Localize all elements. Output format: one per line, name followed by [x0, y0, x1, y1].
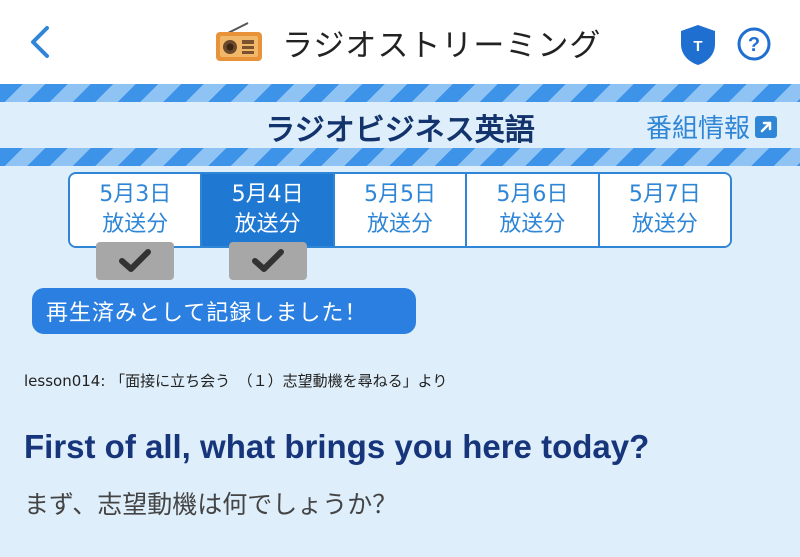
- played-badge-may-3: [96, 242, 174, 280]
- date-tabs: 5月3日 放送分 5月4日 放送分 5月5日 放送分 5月6日 放送分 5月7日…: [68, 172, 732, 248]
- program-banner: ラジオビジネス英語 番組情報: [0, 102, 800, 148]
- date-tab-label: 放送分: [234, 212, 301, 237]
- date-tab-date: 5月7日: [628, 182, 701, 207]
- radio-icon: [216, 22, 262, 61]
- played-badge-may-4: [229, 242, 307, 280]
- shield-icon: T: [681, 25, 715, 65]
- shield-letter: T: [693, 38, 702, 55]
- date-tab-label: 放送分: [631, 212, 698, 237]
- app-header: ラジオストリーミング T ?: [0, 0, 800, 84]
- back-button[interactable]: [22, 22, 58, 62]
- checkmark-icon: [119, 249, 151, 272]
- date-tab-date: 5月6日: [496, 182, 569, 207]
- date-tab-date: 5月4日: [231, 182, 304, 207]
- checkmark-icon: [252, 249, 284, 272]
- header-title-group: ラジオストリーミング: [214, 14, 601, 70]
- date-tab-may-6[interactable]: 5月6日 放送分: [467, 174, 600, 246]
- banner-stripe-top: [0, 84, 800, 102]
- header-title: ラジオストリーミング: [282, 27, 602, 64]
- date-tab-date: 5月5日: [364, 182, 437, 207]
- played-toast: 再生済みとして記録しました！: [32, 288, 416, 334]
- lesson-source: lesson014: 「面接に立ち会う （１）志望動機を尋ねる」より: [24, 372, 448, 390]
- banner-stripe-bottom: [0, 148, 800, 166]
- date-tab-label: 放送分: [102, 212, 169, 237]
- program-info-label: 番組情報: [645, 114, 750, 144]
- date-tab-may-3[interactable]: 5月3日 放送分: [70, 174, 203, 246]
- help-button[interactable]: ?: [736, 26, 772, 62]
- japanese-translation: まず、志望動機は何でしょうか？: [24, 490, 398, 519]
- chevron-left-icon: [31, 26, 49, 58]
- program-info-link[interactable]: 番組情報: [646, 108, 778, 145]
- date-tab-may-5[interactable]: 5月5日 放送分: [334, 174, 468, 246]
- date-tab-label: 放送分: [367, 212, 434, 237]
- shield-button[interactable]: T: [676, 22, 720, 68]
- help-icon: ?: [737, 27, 771, 61]
- date-tab-may-7[interactable]: 5月7日 放送分: [599, 174, 730, 246]
- help-symbol: ?: [748, 34, 760, 56]
- external-link-icon: [755, 115, 777, 138]
- english-sentence: First of all, what brings you here today…: [24, 428, 650, 465]
- date-tab-label: 放送分: [499, 212, 566, 237]
- date-tab-date: 5月3日: [99, 182, 172, 207]
- date-tab-may-4[interactable]: 5月4日 放送分: [202, 174, 335, 246]
